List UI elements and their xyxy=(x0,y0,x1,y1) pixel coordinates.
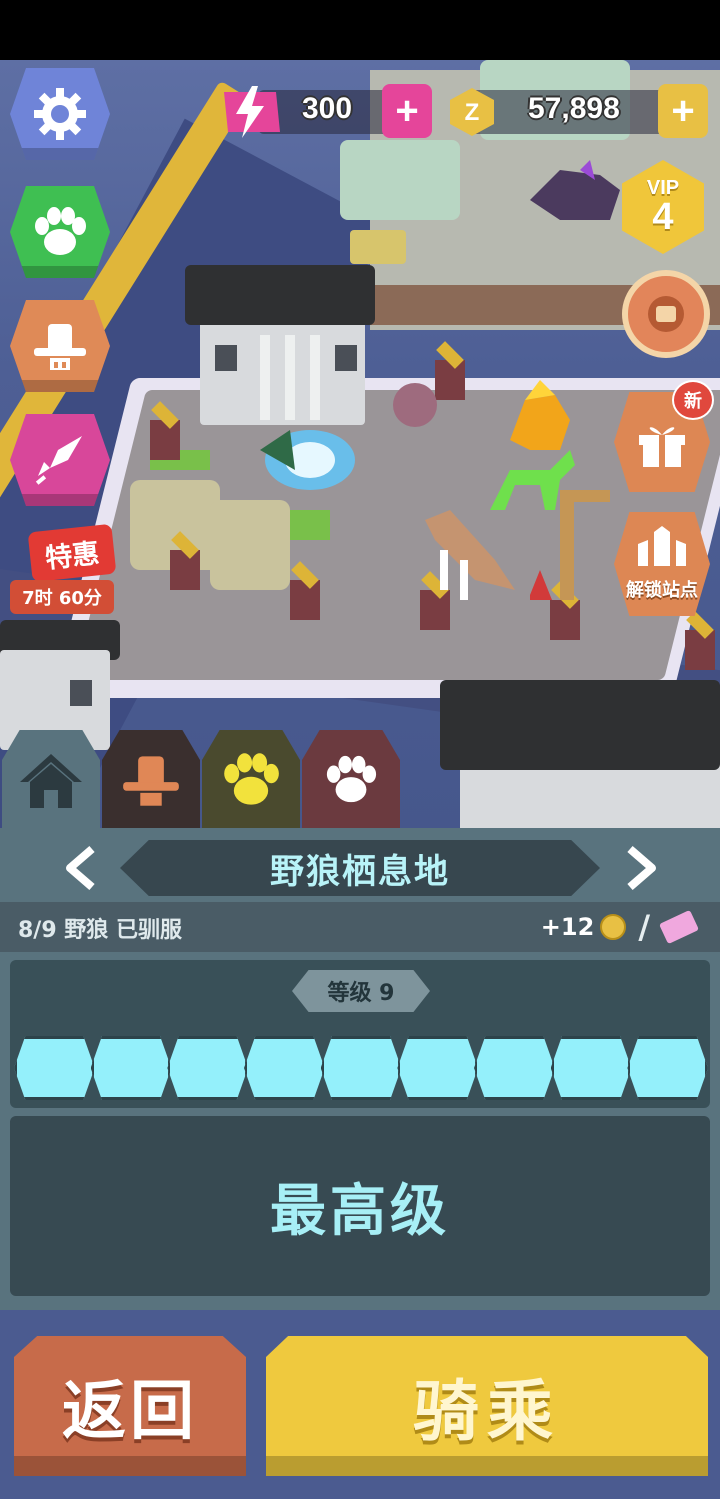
level-segment xyxy=(474,1036,555,1100)
coyote[interactable] xyxy=(415,500,525,610)
house-building xyxy=(440,680,720,830)
ride-label: 骑乘 xyxy=(413,1373,561,1450)
svg-text:Z: Z xyxy=(465,99,480,126)
currency-bar: 300 + Z 57,898 + xyxy=(218,84,712,138)
unlock-label: 解锁站点 xyxy=(626,580,698,601)
fire-wolf[interactable] xyxy=(500,380,580,460)
divider: / xyxy=(638,908,650,946)
settings-button[interactable] xyxy=(10,68,110,160)
level-section: 等级 9 xyxy=(10,960,710,1108)
add-energy-button[interactable]: + xyxy=(382,84,432,138)
fence-post xyxy=(150,420,180,460)
next-habitat-button[interactable] xyxy=(612,840,672,896)
level-segment xyxy=(244,1036,325,1100)
habitat-title-bar: 野狼栖息地 xyxy=(120,840,600,896)
boost-button[interactable] xyxy=(10,414,110,506)
footer-bar: 返回 骑乘 xyxy=(0,1310,720,1499)
coin-icon xyxy=(600,914,627,940)
unlock-station-button[interactable]: 解锁站点 xyxy=(614,512,710,616)
back-label: 返回 xyxy=(62,1375,198,1449)
paw-icon xyxy=(35,207,86,255)
new-badge: 新 xyxy=(672,380,714,420)
tamed-info-row: 8/9 野狼 已驯服 +12 / xyxy=(0,902,720,952)
chevron-right-icon xyxy=(627,845,656,891)
sale-label: 特惠 xyxy=(27,523,117,583)
special-offer-button[interactable]: 特惠 7时 60分 xyxy=(10,523,117,620)
level-segment xyxy=(627,1036,709,1100)
paw-icon xyxy=(326,755,377,803)
map-location-button[interactable] xyxy=(622,270,710,358)
level-segment xyxy=(167,1036,249,1100)
level-progress-bar xyxy=(14,1036,709,1100)
chevron-left-icon xyxy=(66,845,95,891)
back-button[interactable]: 返回 xyxy=(14,1336,246,1476)
vip-label: VIP xyxy=(646,177,680,199)
income-reward: +12 / xyxy=(540,908,700,946)
prev-habitat-button[interactable] xyxy=(50,840,110,896)
cowboy-hat-icon xyxy=(123,756,179,806)
level-segment xyxy=(550,1036,632,1100)
habitat-title: 野狼栖息地 xyxy=(270,851,450,892)
gift-icon xyxy=(639,427,685,467)
level-segment xyxy=(397,1036,479,1100)
fence-post xyxy=(290,580,320,620)
grass-patch xyxy=(290,510,330,540)
ticket-icon xyxy=(658,909,700,945)
vip-level: 4 xyxy=(652,196,674,238)
reward-value: +12 xyxy=(540,913,595,941)
sale-timer: 7时 60分 xyxy=(10,580,114,614)
fence-post xyxy=(685,630,715,670)
fence-post xyxy=(170,550,200,590)
tree xyxy=(340,140,460,220)
cowboy-hat-icon xyxy=(34,324,86,370)
level-segment xyxy=(320,1036,402,1100)
game-scene[interactable] xyxy=(0,60,720,830)
zoo-coin-icon: Z xyxy=(450,88,494,136)
mansion-building xyxy=(185,265,375,425)
add-coins-button[interactable]: + xyxy=(658,84,708,138)
character-button[interactable] xyxy=(10,300,110,392)
tab-pets[interactable] xyxy=(302,730,400,830)
lightning-icon xyxy=(224,86,280,138)
tab-animals[interactable] xyxy=(202,730,300,830)
tamed-count: 8/9 野狼 已驯服 xyxy=(18,918,182,943)
level-segment xyxy=(90,1036,172,1100)
scratching-post xyxy=(530,490,610,600)
level-label: 等级 9 xyxy=(292,970,430,1012)
tab-home[interactable] xyxy=(2,730,100,830)
habitat-panel: 野狼栖息地 8/9 野狼 已驯服 +12 / 等级 9 最高级 xyxy=(0,828,720,1310)
gear-icon xyxy=(34,88,86,140)
gate-icon xyxy=(638,526,686,566)
location-icon xyxy=(648,296,684,332)
rock xyxy=(210,500,290,590)
max-level-section: 最高级 xyxy=(10,1116,710,1296)
tab-character[interactable] xyxy=(102,730,200,830)
spirit-wolf[interactable] xyxy=(250,410,370,500)
level-segment xyxy=(14,1036,95,1100)
coin-value: 57,898 xyxy=(528,92,620,125)
rocket-icon xyxy=(35,436,82,485)
ball-toy xyxy=(393,383,437,427)
animals-button[interactable] xyxy=(10,186,110,278)
ride-button[interactable]: 骑乘 xyxy=(266,1336,708,1476)
home-icon xyxy=(20,754,82,808)
max-level-label: 最高级 xyxy=(270,1178,450,1244)
paw-icon xyxy=(224,753,279,805)
energy-value: 300 xyxy=(302,92,353,125)
hay-bale xyxy=(350,230,406,264)
